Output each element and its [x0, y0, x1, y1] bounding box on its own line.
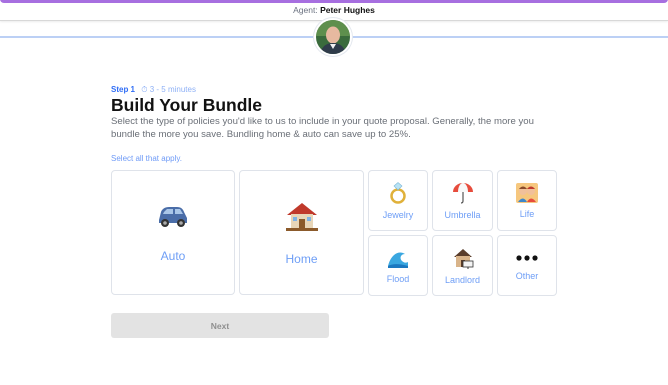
step-indicator: Step 1 ⏱ 3 - 5 minutes [111, 85, 196, 95]
option-landlord-label: Landlord [444, 274, 481, 285]
option-flood-label: Flood [386, 273, 410, 284]
step-label: Step 1 [111, 85, 136, 94]
agent-avatar [316, 20, 350, 54]
option-life[interactable]: Life [497, 170, 557, 231]
stopwatch-icon: ⏱ [141, 85, 148, 94]
time-text: 3 - 5 minutes [149, 85, 196, 94]
agent-photo-icon [316, 20, 350, 54]
page-description: Select the type of policies you'd like t… [111, 116, 534, 140]
option-other[interactable]: Other [497, 235, 557, 296]
option-umbrella-label: Umbrella [444, 209, 481, 220]
car-icon [159, 206, 187, 227]
option-home-label: Home [285, 251, 318, 266]
agent-name: Peter Hughes [320, 5, 375, 15]
page-title: Build Your Bundle [111, 95, 263, 115]
agent-prefix: Agent: [293, 5, 318, 15]
next-button[interactable]: Next [111, 313, 329, 338]
option-other-label: Other [515, 270, 539, 281]
option-landlord[interactable]: Landlord [432, 235, 493, 296]
option-life-label: Life [519, 208, 535, 219]
wave-icon [388, 252, 408, 268]
option-jewelry[interactable]: Jewelry [368, 170, 428, 231]
option-umbrella[interactable]: Umbrella [432, 170, 493, 231]
family-icon [516, 182, 538, 203]
option-auto-label: Auto [160, 248, 186, 263]
option-auto[interactable]: Auto [111, 170, 235, 295]
agent-line: Agent: Peter Hughes [0, 5, 668, 15]
option-home[interactable]: Home [239, 170, 364, 295]
more-dots-icon [516, 254, 538, 261]
option-jewelry-label: Jewelry [382, 209, 414, 220]
house-for-sale-icon [453, 248, 473, 269]
time-estimate: ⏱ 3 - 5 minutes [141, 85, 196, 94]
ring-icon [390, 181, 406, 204]
house-icon [285, 202, 318, 231]
select-hint: Select all that apply. [111, 154, 183, 163]
option-flood[interactable]: Flood [368, 235, 428, 296]
umbrella-icon [452, 182, 473, 204]
